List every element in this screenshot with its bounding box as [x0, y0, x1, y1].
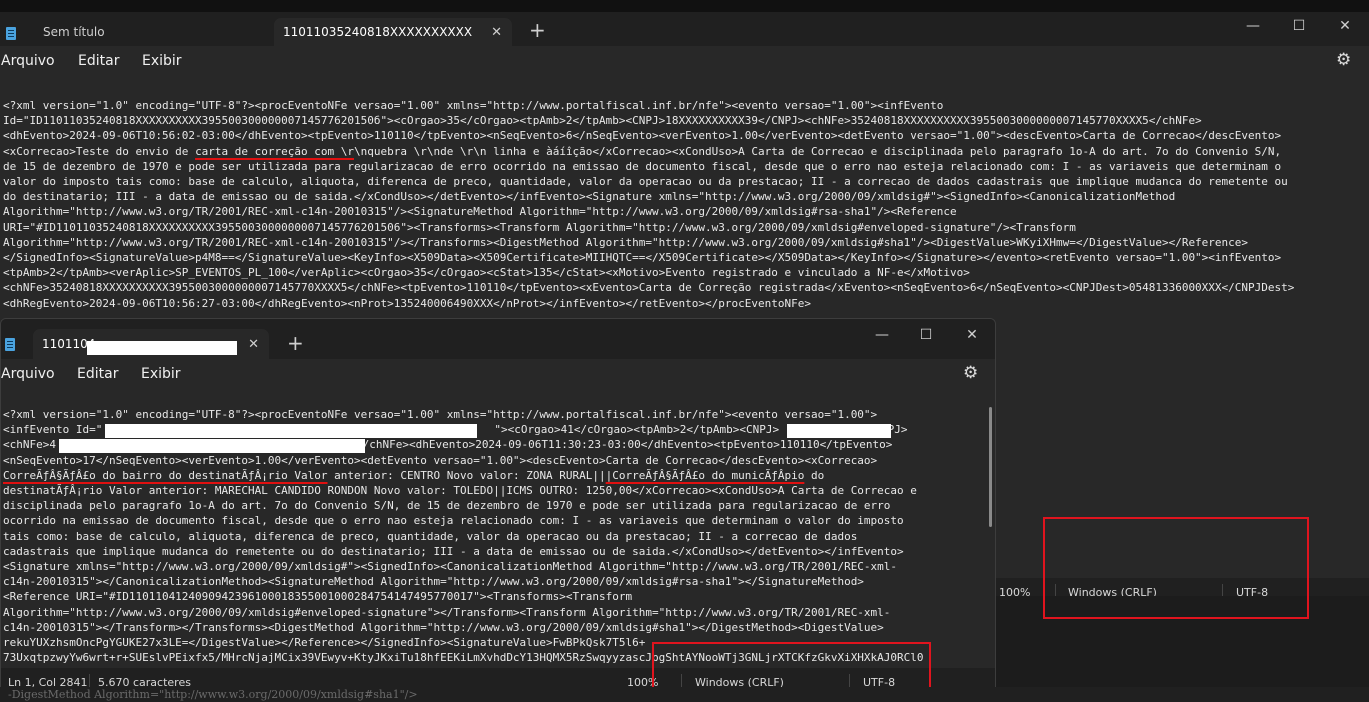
background-window-strip: -DigestMethod Algorithm="http://www.w3.o… — [0, 687, 1369, 702]
menu-editar[interactable]: Editar — [78, 53, 119, 69]
close-tab-icon[interactable]: ✕ — [248, 337, 259, 352]
annotation-red-box — [1043, 517, 1309, 619]
text-line: <dhRegEvento>2024-09-06T10:56:27-03:00</… — [3, 296, 811, 310]
text-editor-area[interactable]: <?xml version="1.0" encoding="UTF-8"?><p… — [3, 98, 1365, 310]
text-line: rekuYUXzhsmOncPgYGUKE27x3LE=</DigestValu… — [3, 636, 646, 650]
notepad-window-foreground: 1101104 ✕ + — ☐ ✕ Arquivo Editar Exibir … — [0, 318, 996, 697]
new-tab-button[interactable]: + — [287, 333, 304, 353]
text-line: cadastrais que implique mudanca do remet… — [3, 544, 904, 558]
text-line: <nSeqEvento>17</nSeqEvento><verEvento>1.… — [3, 453, 878, 467]
text-line: c14n-20010315"></Transform></Transforms>… — [3, 620, 884, 634]
vertical-scrollbar[interactable] — [989, 407, 992, 527]
notepad-app-icon — [5, 338, 15, 351]
redaction-block — [87, 341, 237, 355]
redaction-block — [787, 424, 891, 438]
maximize-button[interactable]: ☐ — [1284, 16, 1314, 36]
menu-bar: Arquivo Editar Exibir ⚙ — [1, 359, 995, 389]
underlined-text: |CorreÃƒÂ§ÃƒÂ£o do municÃƒÂ­pio — [605, 468, 805, 482]
maximize-button[interactable]: ☐ — [911, 325, 941, 345]
close-tab-icon[interactable]: ✕ — [491, 25, 502, 40]
minimize-button[interactable]: — — [1238, 16, 1268, 36]
text-line: <dhEvento>2024-09-06T10:56:02-03:00</dhE… — [3, 129, 1282, 143]
underlined-text: carta de correção com \r — [195, 144, 355, 158]
text-line: \nquebra \r\nde \r\n linha e àáíîção</xC… — [354, 144, 1282, 158]
close-window-button[interactable]: ✕ — [1330, 16, 1360, 36]
tab-active-file[interactable]: 11011035240818XXXXXXXXXX3955 ✕ — [274, 18, 512, 46]
notepad-app-icon — [6, 27, 16, 40]
title-bar: Sem título 11011035240818XXXXXXXXXX3955 … — [0, 12, 1369, 46]
menu-exibir[interactable]: Exibir — [142, 53, 182, 69]
settings-gear-icon[interactable]: ⚙ — [1336, 50, 1351, 70]
text-line: Algorithm="http://www.w3.org/2000/09/xml… — [3, 605, 891, 619]
tab-label: Sem título — [43, 25, 105, 39]
text-line: Algorithm="http://www.w3.org/TR/2001/REC… — [3, 205, 957, 219]
text-line: tais como: base de calculo, aliquota, di… — [3, 529, 858, 543]
text-line: <tpAmb>2</tpAmb><verAplic>SP_EVENTOS_PL_… — [3, 266, 970, 280]
menu-arquivo[interactable]: Arquivo — [1, 366, 55, 382]
text-line: <chNFe>35240818XXXXXXXXXX395500300000000… — [3, 281, 1295, 295]
zoom-level[interactable]: 100% — [999, 586, 1030, 596]
tab-sem-titulo[interactable]: Sem título — [30, 18, 270, 46]
peek-text: -DigestMethod Algorithm="http://www.w3.o… — [8, 688, 418, 701]
menu-exibir[interactable]: Exibir — [141, 366, 181, 382]
text-line: <Reference URI="#ID110110412409094239610… — [3, 590, 633, 604]
text-line: valor do imposto tais como: base de calc… — [3, 175, 1288, 189]
text-line: ocorrido na emissao de documento fiscal,… — [3, 514, 904, 528]
menu-bar: Arquivo Editar Exibir ⚙ — [0, 46, 1369, 76]
text-line: Id="ID11011035240818XXXXXXXXXX3955003000… — [3, 114, 1202, 128]
text-line: de 15 de dezembro de 1970 e pode ser uti… — [3, 159, 1282, 173]
text-line: c14n-20010315"></CanonicalizationMethod>… — [3, 575, 864, 589]
minimize-button[interactable]: — — [867, 325, 897, 345]
text-line: </chNFe><dhEvento>2024-09-06T11:30:23-03… — [355, 438, 893, 452]
text-line: <chNFe>4 — [3, 438, 56, 452]
settings-gear-icon[interactable]: ⚙ — [963, 363, 978, 383]
text-line: </SignedInfo><SignatureValue>p4M8==</Sig… — [3, 251, 1282, 265]
text-line: <xCorrecao>Teste do envio de — [3, 144, 196, 158]
redaction-block — [59, 439, 365, 453]
text-line: "><cOrgao>41</cOrgao><tpAmb>2</tpAmb><CN… — [494, 423, 780, 437]
close-window-button[interactable]: ✕ — [957, 325, 987, 345]
menu-arquivo[interactable]: Arquivo — [1, 53, 55, 69]
text-line: <?xml version="1.0" encoding="UTF-8"?><p… — [3, 99, 944, 112]
redaction-block — [105, 424, 477, 438]
text-line: URI="#ID11011035240818XXXXXXXXXX39550030… — [3, 220, 1076, 234]
menu-editar[interactable]: Editar — [77, 366, 118, 382]
text-line: <Signature xmlns="http://www.w3.org/2000… — [3, 560, 898, 574]
text-line: <?xml version="1.0" encoding="UTF-8"?><p… — [3, 408, 878, 421]
text-line: destinatÃƒÂ¡rio Valor anterior: MARECHAL… — [3, 484, 917, 498]
tab-label: 11011035240818XXXXXXXXXX3955 — [283, 25, 473, 39]
new-tab-button[interactable]: + — [529, 20, 546, 40]
text-line: Algorithm="http://www.w3.org/TR/2001/REC… — [3, 235, 1249, 249]
text-line: <infEvento Id=" — [3, 423, 103, 437]
text-line: disciplinada pelo paragrafo 1o-A do art.… — [3, 499, 891, 513]
text-line: do destinatario; III - a data de emissao… — [3, 190, 1176, 204]
text-line: anterior: CENTRO Novo valor: ZONA RURAL|… — [327, 468, 606, 482]
text-line: do — [804, 468, 825, 482]
underlined-text: CorreÃƒÂ§ÃƒÂ£o do bairro do destinatÃƒÂ¡… — [3, 468, 328, 482]
